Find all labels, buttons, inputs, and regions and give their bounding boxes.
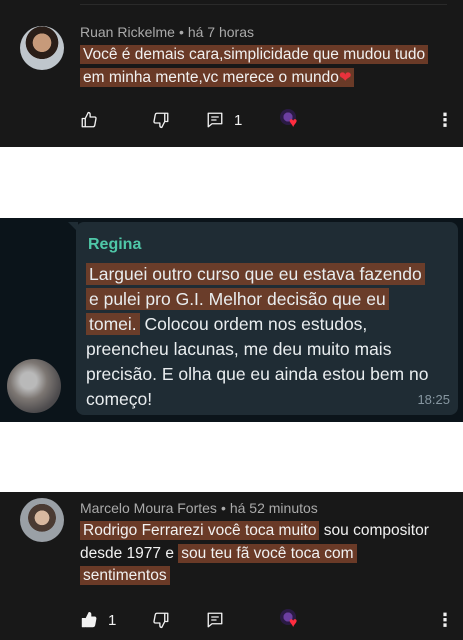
thumb-down-icon xyxy=(153,112,169,129)
avatar[interactable] xyxy=(20,26,64,70)
creator-heart-icon: ♥ xyxy=(280,109,304,131)
whatsapp-message: Regina Larguei outro curso que eu estava… xyxy=(0,218,463,422)
message-time: 18:25 xyxy=(417,392,450,407)
comment-meta: Marcelo Moura Fortes • há 52 minutos xyxy=(80,500,318,516)
meta-separator: • xyxy=(220,500,226,516)
more-vertical-icon: ⋮ xyxy=(436,110,454,130)
comment-text: Rodrigo Ferrarezi você toca muito sou co… xyxy=(80,520,440,588)
sender-name[interactable]: Regina xyxy=(88,236,141,254)
dislike-button[interactable] xyxy=(152,606,170,634)
comment-actions: 1 ♥ ⋮ xyxy=(80,106,463,134)
avatar[interactable] xyxy=(20,498,64,542)
creator-heart-icon: ♥ xyxy=(280,609,304,631)
comment-meta: Ruan Rickelme • há 7 horas xyxy=(80,24,254,40)
creator-heart[interactable]: ♥ xyxy=(280,106,304,134)
creator-heart[interactable]: ♥ xyxy=(280,606,304,634)
like-count: 1 xyxy=(108,611,117,629)
comment-time[interactable]: há 52 minutos xyxy=(230,500,318,516)
reply-count: 1 xyxy=(234,111,243,129)
highlighted-text-1: Rodrigo Ferrarezi você toca muito xyxy=(80,521,320,540)
message-text: Larguei outro curso que eu estava fazend… xyxy=(86,262,436,412)
reply-button[interactable] xyxy=(206,606,224,634)
divider xyxy=(80,4,447,5)
avatar[interactable] xyxy=(7,359,61,413)
comment-icon xyxy=(207,612,223,628)
dislike-button[interactable] xyxy=(152,106,170,134)
like-button[interactable]: 1 xyxy=(80,606,116,634)
youtube-comment-1: Ruan Rickelme • há 7 horas Você é demais c… xyxy=(0,0,463,147)
author-name[interactable]: Ruan Rickelme xyxy=(80,24,175,40)
comment-text: Você é demais cara,simplicidade que mudo… xyxy=(80,44,440,89)
youtube-comment-2: Marcelo Moura Fortes • há 52 minutos Rodri… xyxy=(0,492,463,640)
comment-icon xyxy=(207,112,223,128)
like-button[interactable] xyxy=(80,106,98,134)
meta-separator: • xyxy=(178,24,184,40)
more-vertical-icon: ⋮ xyxy=(436,610,454,630)
more-options-button[interactable]: ⋮ xyxy=(436,106,454,134)
more-options-button[interactable]: ⋮ xyxy=(436,606,454,634)
message-bubble[interactable]: Regina Larguei outro curso que eu estava… xyxy=(68,222,458,415)
thumb-up-icon xyxy=(81,111,97,128)
comment-actions: 1 ♥ ⋮ xyxy=(80,606,463,634)
heart-emoji: ❤ xyxy=(338,68,352,86)
thumb-up-icon xyxy=(81,612,97,628)
thumb-down-icon xyxy=(153,612,169,629)
highlighted-text: Você é demais cara,simplicidade que mudo… xyxy=(80,45,429,87)
reply-button[interactable]: 1 xyxy=(206,106,242,134)
comment-time[interactable]: há 7 horas xyxy=(188,24,254,40)
author-name[interactable]: Marcelo Moura Fortes xyxy=(80,500,217,516)
